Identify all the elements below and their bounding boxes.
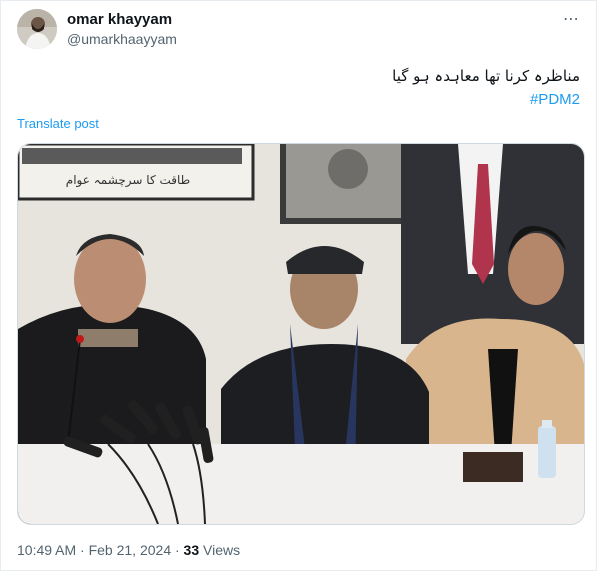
avatar[interactable]: [17, 9, 57, 49]
more-options-icon[interactable]: ⋯: [560, 11, 582, 28]
post-meta: 10:49 AM · Feb 21, 2024 · 33 Views: [17, 542, 240, 558]
author-handle[interactable]: @umarkhaayyam: [67, 31, 177, 47]
post-photo[interactable]: طاقت کا سرچشمہ عوام: [17, 143, 585, 525]
views-label: Views: [199, 542, 241, 558]
translate-post-link[interactable]: Translate post: [17, 116, 99, 131]
avatar-image: [17, 9, 57, 49]
poster-caption: طاقت کا سرچشمہ عوام: [66, 173, 190, 188]
hashtag-link[interactable]: #PDM2: [530, 91, 580, 108]
views-count: 33: [183, 542, 200, 558]
press-conference-image: طاقت کا سرچشمہ عوام: [18, 144, 584, 524]
post-text: مناظرہ کرنا تھا معاہدہ ہو گیا: [392, 67, 580, 85]
timestamp[interactable]: 10:49 AM · Feb 21, 2024 ·: [17, 542, 184, 558]
author-name[interactable]: omar khayyam: [67, 11, 172, 28]
post-card[interactable]: omar khayyam @umarkhaayyam ⋯ مناظرہ کرنا…: [0, 0, 597, 571]
